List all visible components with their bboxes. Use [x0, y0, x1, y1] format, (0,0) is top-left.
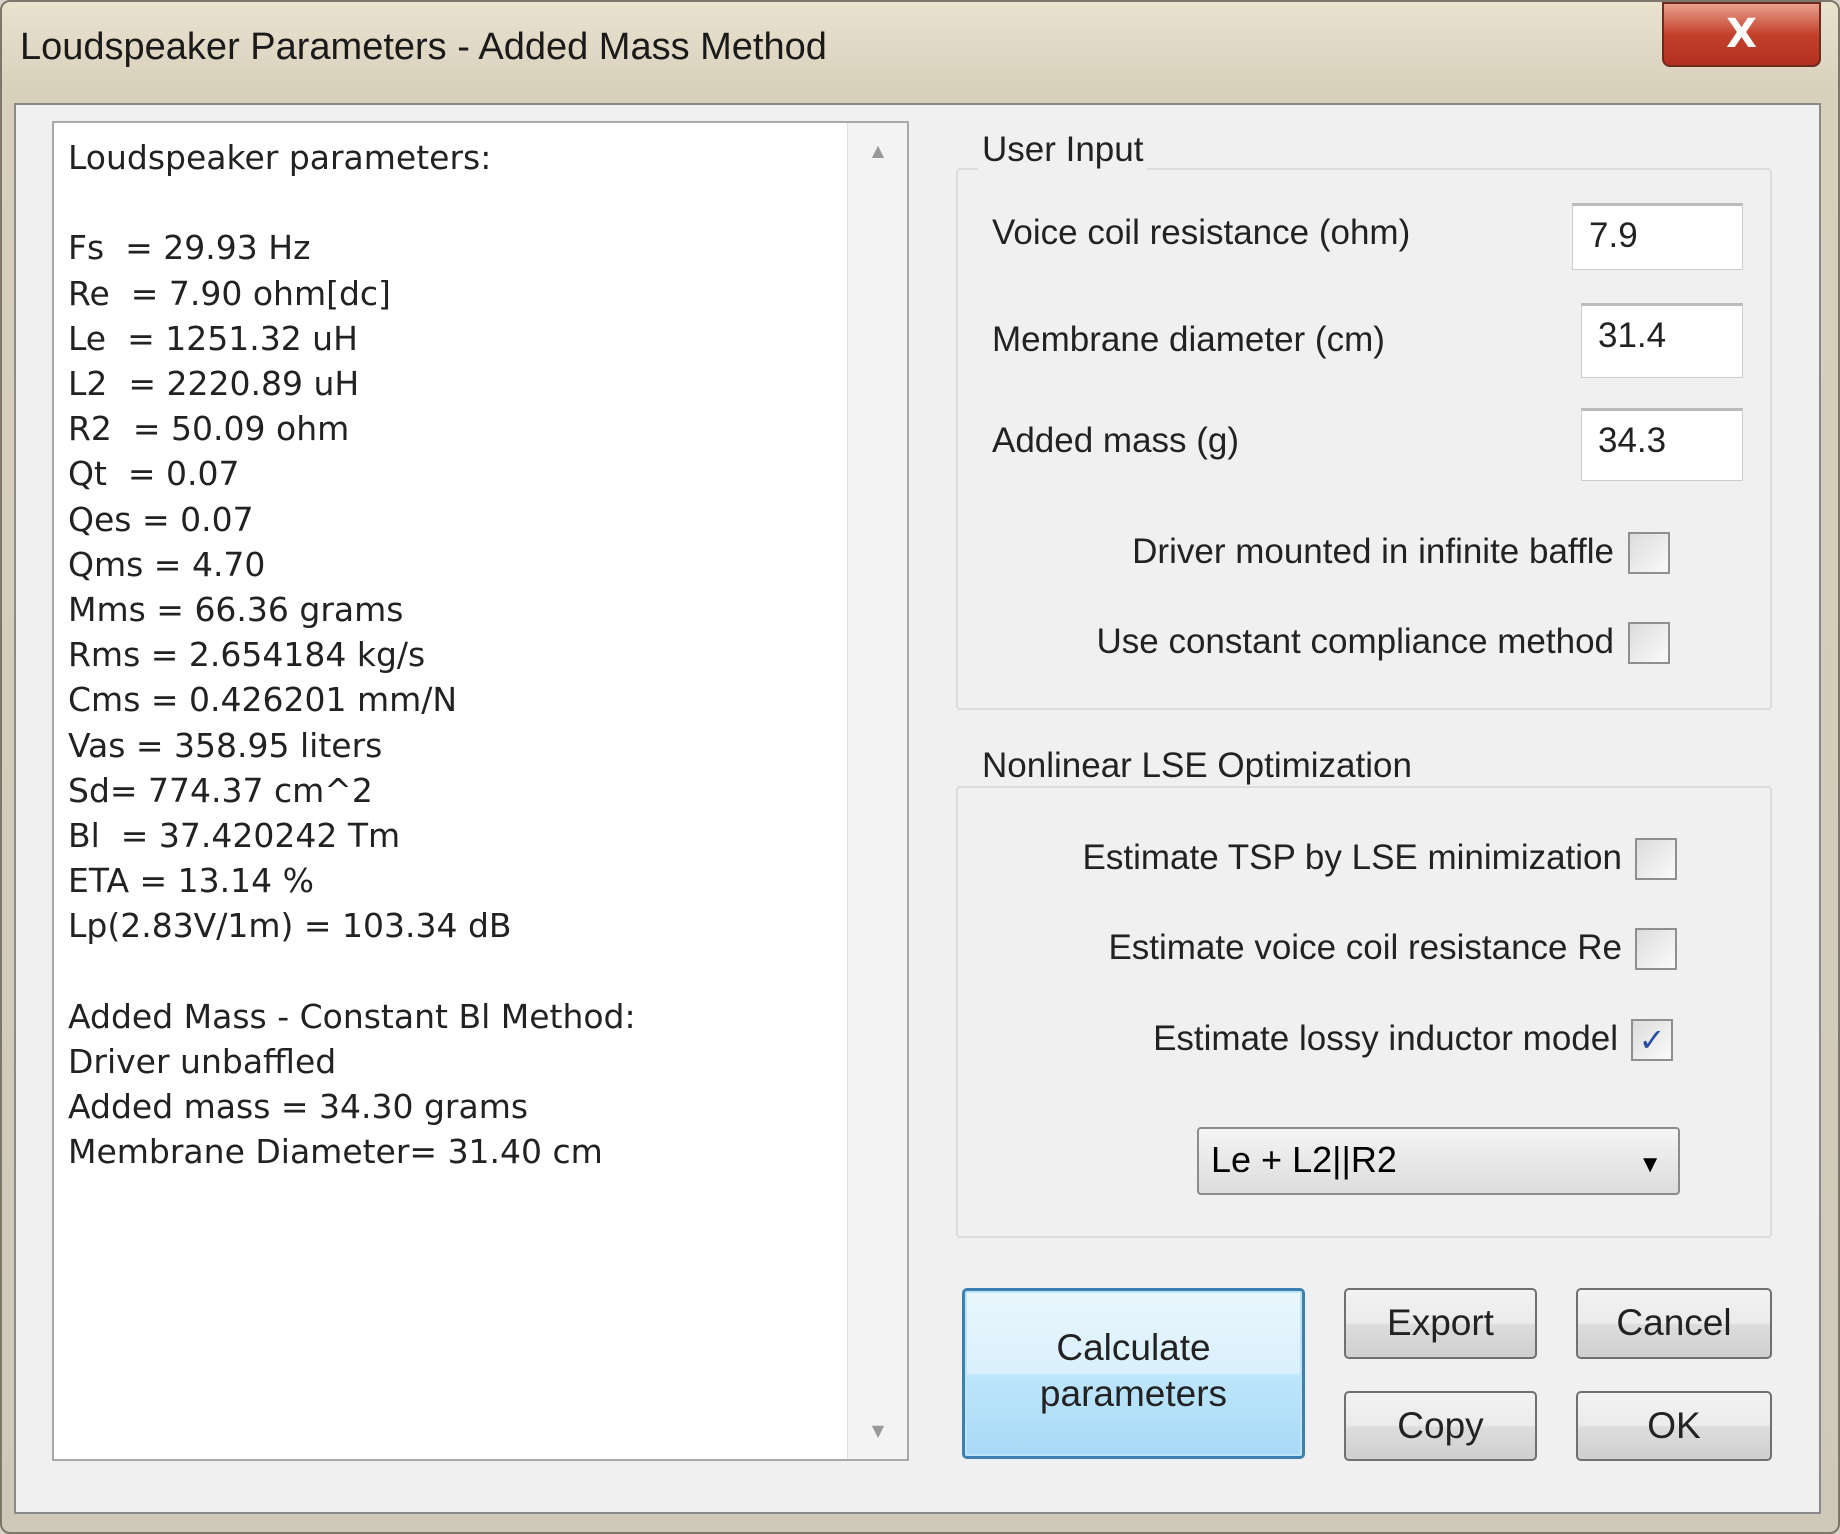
result-line: Mms = 66.36 grams [68, 590, 404, 630]
window-title: Loudspeaker Parameters - Added Mass Meth… [20, 26, 827, 68]
result-line: Added mass = 34.30 grams [68, 1087, 529, 1127]
result-line: Fs = 29.93 Hz [68, 228, 311, 268]
result-line: Qms = 4.70 [68, 544, 266, 584]
voice-coil-input[interactable]: 7.9 [1572, 203, 1743, 270]
result-line: Sd= 774.37 cm^2 [68, 770, 373, 810]
result-line: R2 = 50.09 ohm [68, 409, 350, 449]
cancel-button[interactable]: Cancel [1576, 1288, 1772, 1359]
scroll-down-icon[interactable]: ▼ [848, 1411, 908, 1451]
inductor-model-dropdown[interactable]: Le + L2||R2 ▼ [1197, 1127, 1680, 1195]
tsp-lse-label: Estimate TSP by LSE minimization [1082, 838, 1622, 877]
results-textbox[interactable]: Loudspeaker parameters: Fs = 29.93 Hz Re … [52, 121, 909, 1461]
copy-button[interactable]: Copy [1344, 1391, 1537, 1461]
constant-compliance-label: Use constant compliance method [1096, 622, 1615, 661]
result-line [68, 180, 636, 225]
infinite-baffle-checkbox[interactable] [1628, 532, 1670, 574]
user-input-title: User Input [978, 130, 1148, 170]
calculate-parameters-button[interactable]: Calculate parameters [962, 1288, 1305, 1459]
result-line [68, 949, 636, 994]
result-line: Loudspeaker parameters: [68, 138, 492, 177]
infinite-baffle-label: Driver mounted in infinite baffle [1132, 532, 1614, 571]
constant-compliance-checkbox[interactable] [1628, 622, 1670, 664]
added-mass-label: Added mass (g) [992, 421, 1240, 460]
result-line: Driver unbaffled [68, 1042, 337, 1082]
diameter-label: Membrane diameter (cm) [992, 320, 1385, 359]
lossy-inductor-label: Estimate lossy inductor model [1153, 1019, 1618, 1058]
result-line: Rms = 2.654184 kg/s [68, 635, 426, 675]
lse-title: Nonlinear LSE Optimization [978, 746, 1416, 786]
result-line: L2 = 2220.89 uH [68, 364, 360, 404]
checkmark-icon: ✓ [1638, 1021, 1666, 1059]
result-line: Qes = 0.07 [68, 499, 254, 539]
tsp-lse-checkbox[interactable] [1635, 838, 1677, 880]
estimate-re-checkbox[interactable] [1635, 928, 1677, 970]
lossy-inductor-checkbox[interactable]: ✓ [1631, 1019, 1673, 1061]
ok-button[interactable]: OK [1576, 1391, 1772, 1461]
result-line: Membrane Diameter= 31.40 cm [68, 1132, 603, 1172]
close-button[interactable]: X [1662, 2, 1821, 67]
vertical-scrollbar[interactable]: ▲ ▼ [847, 123, 907, 1459]
estimate-re-label: Estimate voice coil resistance Re [1108, 928, 1622, 967]
result-line: ETA = 13.14 % [68, 861, 314, 901]
result-line: Qt = 0.07 [68, 454, 240, 494]
scroll-up-icon[interactable]: ▲ [848, 131, 908, 171]
chevron-down-icon: ▼ [1638, 1151, 1662, 1178]
result-line: Lp(2.83V/1m) = 103.34 dB [68, 906, 512, 946]
voice-coil-label: Voice coil resistance (ohm) [992, 213, 1411, 252]
export-button[interactable]: Export [1344, 1288, 1537, 1359]
results-text: Loudspeaker parameters: Fs = 29.93 Hz Re … [68, 135, 636, 1175]
result-line: Added Mass - Constant Bl Method: [68, 996, 636, 1036]
diameter-input[interactable]: 31.4 [1581, 303, 1743, 378]
result-line: Cms = 0.426201 mm/N [68, 680, 458, 720]
inductor-model-value: Le + L2||R2 [1211, 1139, 1397, 1180]
result-line: Bl = 37.420242 Tm [68, 816, 401, 856]
result-line: Re = 7.90 ohm[dc] [68, 273, 391, 313]
result-line: Le = 1251.32 uH [68, 318, 358, 358]
result-line: Vas = 358.95 liters [68, 725, 383, 765]
added-mass-input[interactable]: 34.3 [1581, 408, 1743, 481]
